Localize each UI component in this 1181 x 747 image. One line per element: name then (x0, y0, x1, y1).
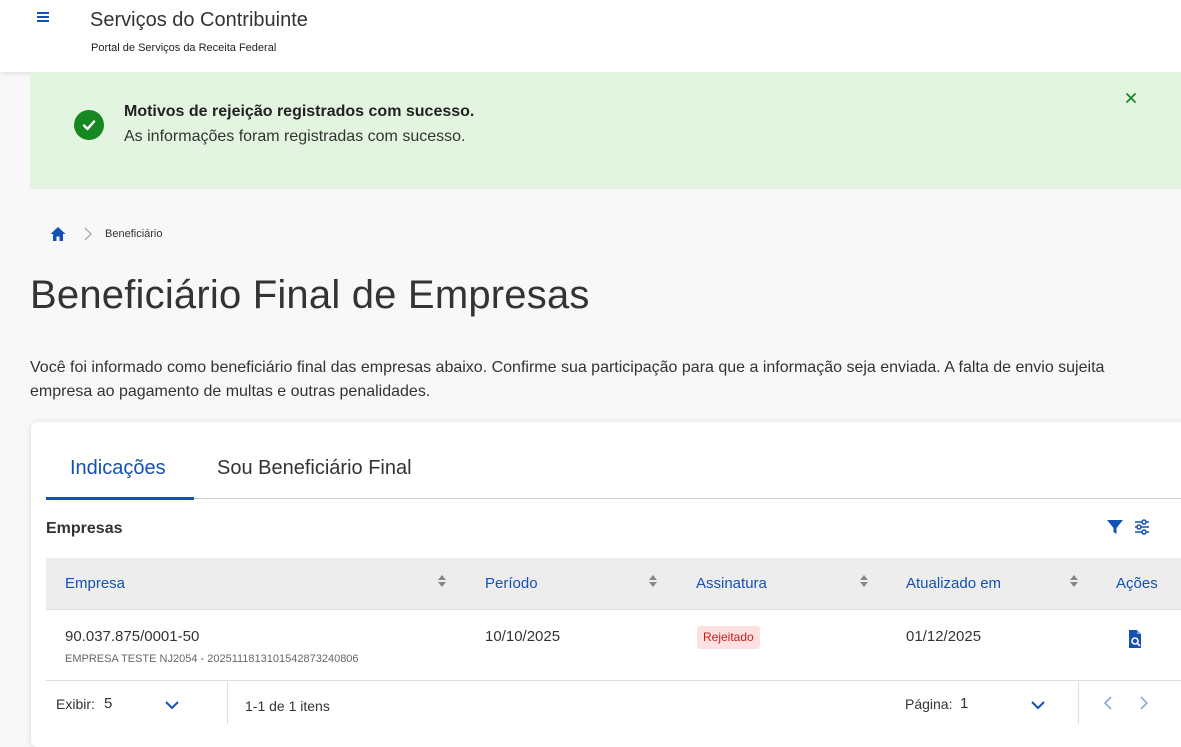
cell-atualizado-em: 01/12/2025 (906, 628, 982, 645)
sort-icon[interactable] (859, 573, 869, 589)
app-subtitle: Portal de Serviços da Receita Federal (91, 42, 277, 54)
range-text: 1-1 de 1 itens (245, 698, 330, 714)
column-header-acoes: Ações (1116, 575, 1158, 592)
menu-icon[interactable] (37, 10, 53, 26)
cell-periodo: 10/10/2025 (485, 628, 561, 645)
cell-empresa-name: EMPRESA TESTE NJ2054 - 20251118131015428… (65, 653, 359, 665)
view-document-icon[interactable] (1127, 629, 1143, 649)
chevron-down-icon[interactable] (165, 700, 179, 710)
page-label: Página: (905, 696, 953, 712)
page-description-line-2: empresa ao pagamento de multas e outras … (30, 383, 431, 400)
table-header: Empresa Período Assinatura Atualizado em… (46, 558, 1181, 609)
filter-icon[interactable] (1106, 518, 1124, 536)
alert-message: As informações foram registradas com suc… (124, 128, 466, 145)
success-alert: Motivos de rejeição registrados com suce… (30, 72, 1181, 189)
page-size-select[interactable]: 5 (104, 695, 112, 712)
page-title: Beneficiário Final de Empresas (30, 273, 590, 317)
status-badge: Rejeitado (697, 626, 760, 649)
column-header-atualizado-em[interactable]: Atualizado em (906, 575, 1001, 592)
page-select[interactable]: 1 (960, 695, 968, 712)
show-label: Exibir: (56, 696, 95, 712)
sliders-icon[interactable] (1133, 518, 1151, 536)
app-title: Serviços do Contribuinte (90, 9, 308, 31)
column-header-empresa[interactable]: Empresa (65, 575, 125, 592)
tab-bar: Indicações Sou Beneficiário Final (46, 447, 1181, 500)
tab-sou-beneficiario-final[interactable]: Sou Beneficiário Final (217, 457, 412, 480)
chevron-down-icon[interactable] (1031, 700, 1045, 710)
tab-indicacoes[interactable]: Indicações (70, 457, 166, 480)
divider (1078, 682, 1079, 724)
cell-empresa-cnpj: 90.037.875/0001-50 (65, 628, 200, 645)
column-header-periodo[interactable]: Período (485, 575, 538, 592)
chevron-right-icon (84, 227, 92, 241)
companies-card: Indicações Sou Beneficiário Final Empres… (31, 422, 1181, 747)
pagination: Exibir: 5 1-1 de 1 itens Página: 1 (46, 682, 1181, 724)
app-header: Serviços do Contribuinte Portal de Servi… (0, 0, 1181, 72)
sort-icon[interactable] (648, 573, 658, 589)
home-icon[interactable] (49, 225, 67, 243)
section-title: Empresas (46, 520, 123, 537)
tab-active-indicator (46, 497, 194, 500)
chevron-left-icon[interactable] (1102, 694, 1114, 712)
page-description: Você foi informado como beneficiário fin… (30, 356, 1180, 404)
alert-title: Motivos de rejeição registrados com suce… (124, 103, 475, 120)
close-icon[interactable] (1123, 90, 1139, 106)
check-circle-icon (74, 110, 104, 140)
divider (227, 682, 228, 724)
column-header-assinatura[interactable]: Assinatura (696, 575, 767, 592)
sort-icon[interactable] (437, 573, 447, 589)
chevron-right-icon[interactable] (1138, 694, 1150, 712)
sort-icon[interactable] (1069, 573, 1079, 589)
page-description-line-1: Você foi informado como beneficiário fin… (30, 359, 1105, 376)
breadcrumb: Beneficiário (49, 225, 162, 243)
breadcrumb-item-beneficiario[interactable]: Beneficiário (105, 228, 162, 240)
table-row: 90.037.875/0001-50 EMPRESA TESTE NJ2054 … (46, 609, 1181, 681)
